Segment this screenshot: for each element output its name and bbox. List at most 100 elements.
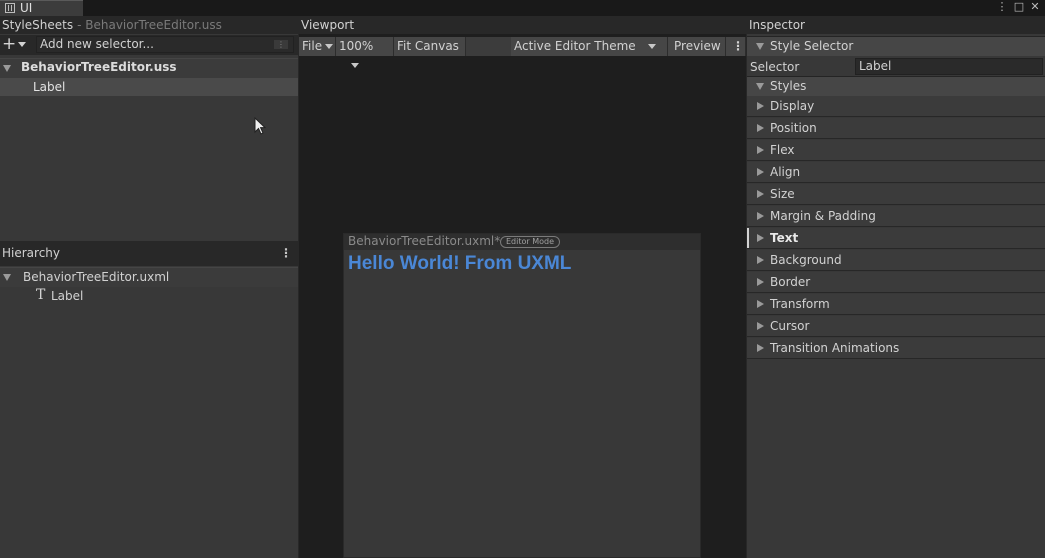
expand-arrow-icon[interactable] bbox=[757, 300, 764, 308]
preview-button[interactable]: Preview bbox=[668, 37, 726, 56]
style-category-text[interactable]: Text bbox=[747, 228, 1045, 249]
chevron-down-icon bbox=[18, 41, 27, 47]
style-category-position[interactable]: Position bbox=[747, 118, 1045, 139]
viewport-header: Viewport bbox=[299, 16, 748, 34]
style-category-border[interactable]: Border bbox=[747, 272, 1045, 293]
chevron-down-icon bbox=[351, 63, 359, 68]
add-selector-placeholder: Add new selector... bbox=[40, 37, 154, 51]
expand-arrow-icon[interactable] bbox=[756, 43, 764, 50]
style-category-label: Position bbox=[770, 121, 817, 135]
stylesheets-title: StyleSheets bbox=[2, 18, 74, 32]
style-category-label: Margin & Padding bbox=[770, 209, 876, 223]
uss-file-row[interactable]: BehaviorTreeEditor.uss bbox=[0, 58, 298, 78]
text-element-icon: T bbox=[36, 287, 46, 303]
selector-options-icon[interactable]: ⋮ bbox=[274, 40, 288, 49]
theme-dropdown[interactable]: Active Editor Theme bbox=[511, 37, 668, 56]
stylesheets-toolbar: + Add new selector... ⋮ bbox=[0, 35, 298, 55]
preview-label: Preview bbox=[674, 39, 721, 53]
styles-foldout[interactable]: Styles bbox=[747, 76, 1045, 96]
style-category-label: Border bbox=[770, 275, 811, 289]
editor-mode-badge: Editor Mode bbox=[500, 236, 561, 248]
ui-builder-icon bbox=[5, 3, 15, 13]
style-category-display[interactable]: Display bbox=[747, 96, 1045, 117]
style-category-label: Text bbox=[770, 231, 799, 245]
add-stylesheet-button[interactable]: + bbox=[2, 36, 32, 53]
file-menu-button[interactable]: File bbox=[299, 37, 336, 56]
style-category-label: Align bbox=[770, 165, 801, 179]
zoom-label: 100% bbox=[339, 39, 374, 53]
hello-label-element[interactable]: Hello World! From UXML bbox=[348, 253, 571, 275]
chevron-down-icon bbox=[325, 44, 334, 49]
fit-canvas-label: Fit Canvas bbox=[397, 39, 459, 53]
ui-builder-tab[interactable]: UI Builder* bbox=[0, 0, 83, 30]
uxml-file-label: BehaviorTreeEditor.uxml bbox=[23, 270, 170, 284]
left-panel: StyleSheets - BehaviorTreeEditor.uss + Ad… bbox=[0, 16, 300, 558]
expand-arrow-icon[interactable] bbox=[757, 256, 764, 264]
style-category-transition-animations[interactable]: Transition Animations bbox=[747, 338, 1045, 359]
viewport-menu-icon[interactable]: ⋮ bbox=[726, 37, 746, 56]
selector-field-label: Selector bbox=[750, 60, 800, 74]
uss-file-label: BehaviorTreeEditor.uss bbox=[21, 60, 177, 74]
expand-arrow-icon[interactable] bbox=[757, 168, 764, 176]
style-category-align[interactable]: Align bbox=[747, 162, 1045, 183]
expand-arrow-icon[interactable] bbox=[757, 190, 764, 198]
expand-arrow-icon[interactable] bbox=[3, 65, 11, 72]
expand-arrow-icon[interactable] bbox=[756, 83, 764, 90]
expand-arrow-icon[interactable] bbox=[3, 274, 11, 281]
selector-label: Label bbox=[33, 80, 66, 94]
canvas-title: BehaviorTreeEditor.uxml* bbox=[348, 234, 501, 248]
expand-arrow-icon[interactable] bbox=[757, 102, 764, 110]
file-menu-label: File bbox=[302, 39, 323, 53]
style-category-label: Display bbox=[770, 99, 815, 113]
fit-canvas-button[interactable]: Fit Canvas bbox=[394, 37, 466, 56]
add-selector-input[interactable]: Add new selector... ⋮ bbox=[36, 36, 294, 53]
hierarchy-menu-icon[interactable]: ⋮ bbox=[280, 241, 292, 265]
expand-arrow-icon[interactable] bbox=[757, 124, 764, 132]
style-category-label: Cursor bbox=[770, 319, 810, 333]
style-category-label: Background bbox=[770, 253, 842, 267]
viewport-toolbar: File 100% Fit Canvas Active Editor Theme… bbox=[299, 37, 746, 68]
stylesheets-subtitle: - BehaviorTreeEditor.uss bbox=[77, 18, 222, 32]
style-category-label: Flex bbox=[770, 143, 795, 157]
style-category-flex[interactable]: Flex bbox=[747, 140, 1045, 161]
selector-field-row: Selector Label bbox=[747, 57, 1045, 76]
hierarchy-header: Hierarchy ⋮ bbox=[0, 241, 300, 266]
style-category-label: Transform bbox=[770, 297, 830, 311]
document-canvas[interactable]: BehaviorTreeEditor.uxml* Editor Mode Hel… bbox=[343, 233, 701, 558]
viewport-title: Viewport bbox=[301, 18, 355, 32]
mouse-cursor-icon bbox=[254, 117, 266, 135]
chevron-down-icon bbox=[647, 44, 656, 49]
inspector-header: Inspector bbox=[747, 16, 1045, 34]
style-category-cursor[interactable]: Cursor bbox=[747, 316, 1045, 337]
inspector-title: Inspector bbox=[749, 18, 805, 32]
viewport-panel: Viewport File 100% Fit Canvas Active Edi… bbox=[299, 16, 748, 558]
styles-section-label: Styles bbox=[770, 79, 807, 93]
expand-arrow-icon[interactable] bbox=[757, 212, 764, 220]
style-category-background[interactable]: Background bbox=[747, 250, 1045, 271]
hierarchy-label: Label bbox=[51, 289, 84, 303]
canvas-header: BehaviorTreeEditor.uxml* Editor Mode bbox=[344, 234, 700, 250]
zoom-dropdown[interactable]: 100% bbox=[336, 37, 394, 68]
expand-arrow-icon[interactable] bbox=[757, 344, 764, 352]
more-options-icon[interactable]: ⋮ bbox=[996, 0, 1008, 14]
expand-arrow-icon[interactable] bbox=[757, 322, 764, 330]
uxml-file-row[interactable]: BehaviorTreeEditor.uxml bbox=[0, 267, 298, 287]
style-selector-foldout[interactable]: Style Selector bbox=[747, 36, 1045, 56]
selector-item-label[interactable]: Label bbox=[0, 78, 298, 96]
expand-arrow-icon[interactable] bbox=[757, 278, 764, 286]
theme-label: Active Editor Theme bbox=[514, 39, 636, 53]
selector-field-input[interactable]: Label bbox=[855, 58, 1043, 75]
hierarchy-title: Hierarchy bbox=[2, 246, 61, 260]
style-category-margin-padding[interactable]: Margin & Padding bbox=[747, 206, 1045, 227]
expand-arrow-icon[interactable] bbox=[757, 234, 764, 242]
style-category-size[interactable]: Size bbox=[747, 184, 1045, 205]
window-tab-bar: UI Builder* ⋮ □ ✕ bbox=[0, 0, 1045, 30]
close-icon[interactable]: ✕ bbox=[1029, 0, 1041, 14]
expand-arrow-icon[interactable] bbox=[757, 146, 764, 154]
style-category-label: Transition Animations bbox=[770, 341, 900, 355]
hierarchy-item-label[interactable]: T Label bbox=[0, 287, 298, 305]
stylesheets-header: StyleSheets - BehaviorTreeEditor.uss bbox=[0, 16, 300, 34]
maximize-icon[interactable]: □ bbox=[1013, 0, 1025, 14]
style-category-transform[interactable]: Transform bbox=[747, 294, 1045, 315]
style-selector-label: Style Selector bbox=[770, 39, 854, 53]
